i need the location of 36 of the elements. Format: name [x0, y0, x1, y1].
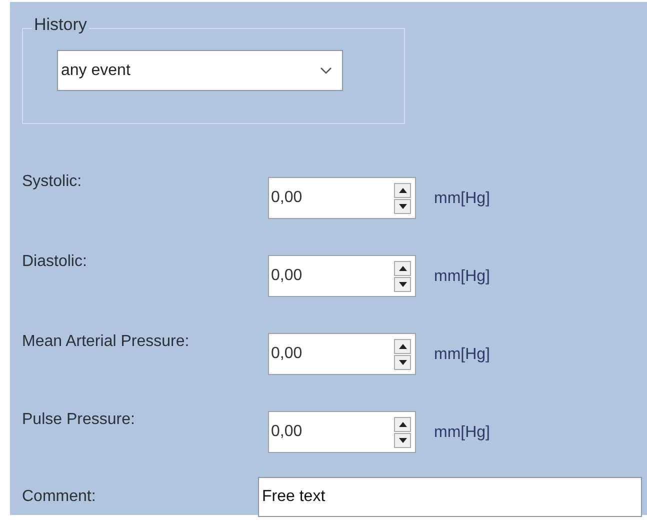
down-arrow-icon [398, 282, 406, 286]
unit-label: mm[Hg] [434, 267, 490, 287]
number-spinner[interactable]: 0,00 [268, 255, 416, 297]
down-arrow-icon [398, 204, 406, 208]
decrement-button[interactable] [394, 432, 411, 448]
increment-button[interactable] [394, 416, 411, 432]
field-label: Diastolic: [22, 252, 88, 272]
field-label: Systolic: [22, 172, 83, 192]
number-spinner[interactable]: 0,00 [268, 333, 416, 375]
up-arrow-icon [398, 422, 406, 426]
spinner-value: 0,00 [271, 188, 302, 208]
chevron-down-icon [320, 67, 332, 74]
up-arrow-icon [398, 266, 406, 270]
spinner-value: 0,00 [271, 266, 302, 286]
increment-button[interactable] [394, 260, 411, 276]
field-label: Pulse Pressure: [22, 410, 136, 430]
field-label: Mean Arterial Pressure: [22, 332, 190, 352]
down-arrow-icon [398, 438, 406, 442]
decrement-button[interactable] [394, 198, 411, 214]
unit-label: mm[Hg] [434, 189, 490, 209]
increment-button[interactable] [394, 338, 411, 354]
number-spinner[interactable]: 0,00 [268, 177, 416, 219]
up-arrow-icon [398, 188, 406, 192]
number-spinner[interactable]: 0,00 [268, 411, 416, 453]
history-dropdown[interactable]: any event [57, 50, 343, 91]
up-arrow-icon [398, 344, 406, 348]
unit-label: mm[Hg] [434, 423, 490, 443]
decrement-button[interactable] [394, 354, 411, 370]
down-arrow-icon [398, 360, 406, 364]
decrement-button[interactable] [394, 276, 411, 292]
field-label: Comment: [22, 487, 97, 507]
spinner-value: 0,00 [271, 344, 302, 364]
increment-button[interactable] [394, 182, 411, 198]
unit-label: mm[Hg] [434, 345, 490, 365]
comment-field[interactable]: Free text [258, 477, 642, 517]
spinner-value: 0,00 [271, 422, 302, 442]
